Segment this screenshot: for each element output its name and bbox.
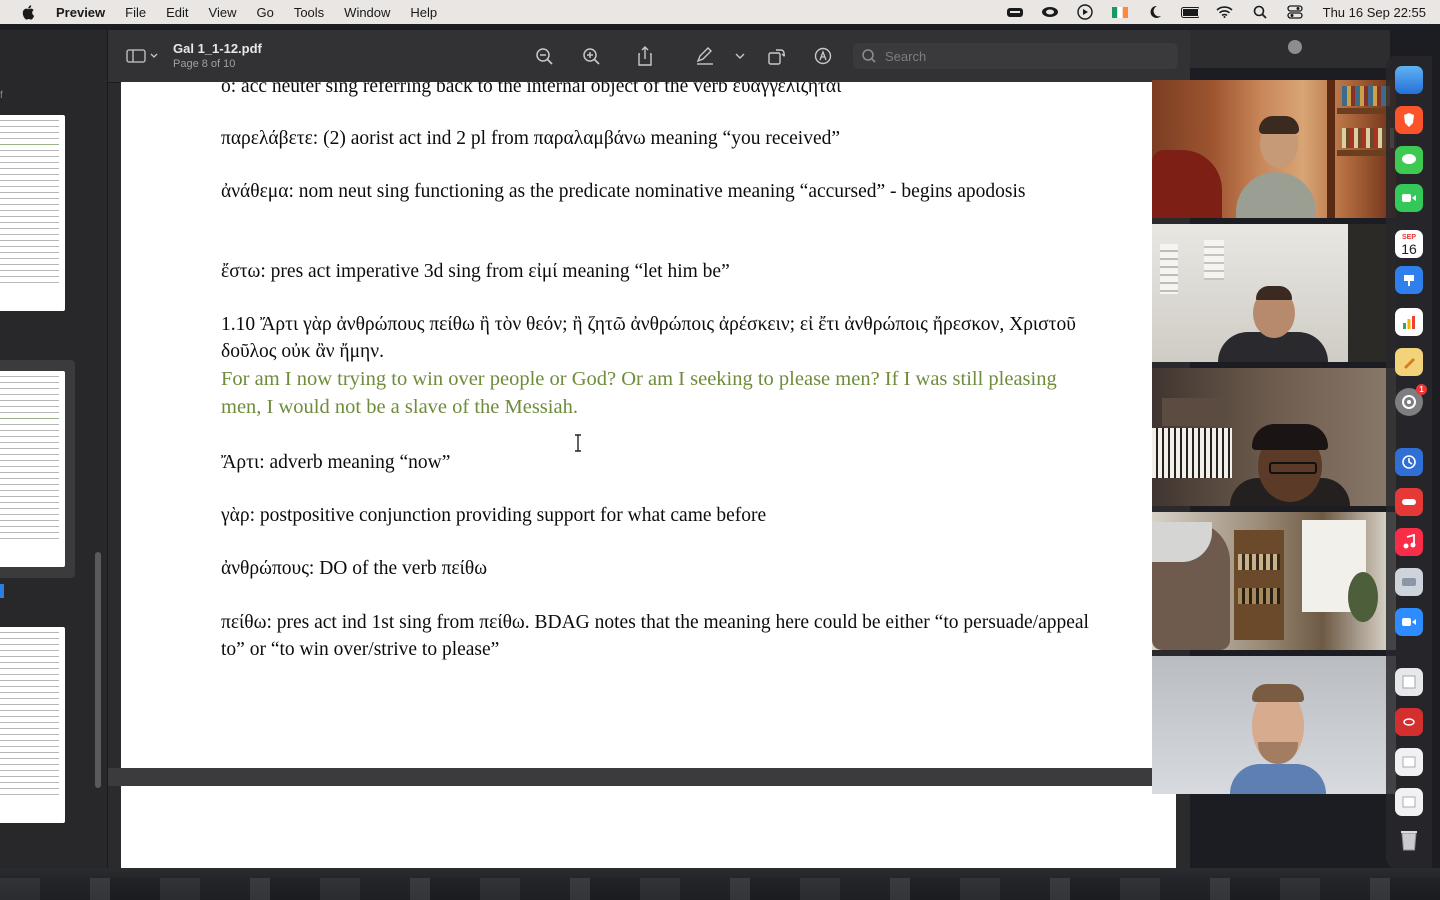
menu-window[interactable]: Window [344, 5, 390, 20]
document-stack-icon[interactable] [1395, 748, 1423, 776]
markup-pen-icon[interactable] [694, 45, 716, 67]
chevron-down-icon [150, 53, 158, 58]
sidebar-toggle-button[interactable] [126, 47, 160, 65]
messages-icon[interactable] [1395, 146, 1423, 174]
verse-translation: For am I now trying to win over people o… [221, 368, 1057, 418]
note-line: γὰρ: postpositive conjunction providing … [221, 505, 767, 526]
menubar-status-area: Thu 16 Sep 22:55 [1006, 0, 1426, 24]
thumbnail-sidebar: f [0, 30, 108, 868]
menu-tools[interactable]: Tools [294, 5, 324, 20]
video-tile-participant-4[interactable] [1152, 512, 1396, 650]
verse-greek: 1.10 Ἄρτι γὰρ ἀνθρώπους πείθω ἢ τὸν θεόν… [221, 314, 1076, 362]
dock: SEP 16 1 [1386, 56, 1432, 868]
pdf-next-page [121, 786, 1176, 868]
zoom-out-icon[interactable] [533, 45, 555, 67]
disk-utility-icon[interactable] [1395, 568, 1423, 596]
page-indicator: Page 8 of 10 [173, 58, 236, 70]
pdf-page: ὅ: acc neuter sing referring back to the… [121, 82, 1152, 768]
video-tile-participant-2[interactable] [1152, 224, 1396, 362]
menu-app-preview[interactable]: Preview [56, 5, 105, 20]
facetime-icon[interactable] [1395, 184, 1423, 212]
app-icon-red[interactable] [1395, 488, 1423, 516]
page-thumbnail-8[interactable] [0, 371, 65, 567]
play-icon[interactable] [1076, 4, 1094, 20]
menu-help[interactable]: Help [410, 5, 437, 20]
note-line: ἀνθρώπους: DO of the verb πείθω [221, 558, 488, 579]
text-cursor-icon [575, 434, 581, 452]
annotate-icon[interactable] [812, 45, 834, 67]
wifi-icon[interactable] [1216, 5, 1234, 19]
battery-icon[interactable] [1180, 5, 1199, 19]
finder-icon[interactable] [1395, 66, 1423, 94]
preview-app-icon[interactable] [1395, 668, 1423, 696]
note-line: παρελάβετε: (2) aorist act ind 2 pl from… [221, 128, 841, 149]
close-circle-icon[interactable] [1288, 40, 1302, 54]
search-icon [862, 49, 876, 63]
chevron-down-icon[interactable] [729, 45, 751, 67]
keynote-icon[interactable] [1395, 266, 1423, 294]
note-line: ἀνάθεμα: nom neut sing functioning as th… [221, 181, 1026, 202]
menu-file[interactable]: File [125, 5, 146, 20]
system-preferences-icon[interactable]: 1 [1395, 384, 1427, 416]
numbers-icon[interactable] [1395, 308, 1423, 336]
menu-bar: Preview File Edit View Go Tools Window H… [0, 0, 1440, 24]
document-title: Gal 1_1-12.pdf [173, 41, 262, 56]
calendar-icon[interactable]: SEP 16 [1395, 230, 1423, 258]
desktop-wallpaper [0, 868, 1440, 900]
video-tile-participant-1[interactable] [1152, 80, 1396, 218]
note-line: Ἄρτι: adverb meaning “now” [221, 452, 451, 473]
search-input[interactable] [883, 47, 1167, 65]
moon-icon[interactable] [1146, 5, 1164, 19]
note-line: ὅ: acc neuter sing referring back to the… [221, 82, 842, 97]
music-icon[interactable] [1395, 528, 1423, 556]
menu-edit[interactable]: Edit [166, 5, 188, 20]
preview-window: f Gal 1_1-12.pdf Page 8 of 10 Search ὅ: … [0, 30, 1190, 868]
sidebar-scrollbar[interactable] [95, 552, 101, 788]
zoom-icon[interactable] [1395, 608, 1423, 636]
sidebar-icon [126, 49, 146, 63]
background-window-titlebar [1190, 30, 1390, 68]
search-field[interactable] [853, 43, 1178, 69]
flag-ireland-icon[interactable] [1111, 5, 1129, 19]
brave-browser-icon[interactable] [1395, 106, 1423, 134]
menu-view[interactable]: View [209, 5, 237, 20]
menu-go[interactable]: Go [256, 5, 273, 20]
toolbar: Gal 1_1-12.pdf Page 8 of 10 [108, 30, 1190, 83]
video-tile-participant-5[interactable] [1152, 656, 1396, 794]
rotate-icon[interactable] [765, 45, 787, 67]
calendar-day: 16 [1401, 240, 1417, 257]
page-gap [108, 768, 1190, 786]
control-center-icon[interactable] [1286, 5, 1304, 19]
pages-icon[interactable] [1395, 348, 1423, 376]
page-thumbnail-9[interactable] [0, 627, 65, 823]
trash-icon[interactable] [1395, 826, 1423, 854]
acrobat-icon[interactable] [1395, 708, 1423, 736]
spotlight-search-icon[interactable] [1251, 5, 1269, 19]
cloud-sync-icon[interactable] [1006, 5, 1024, 19]
sidebar-label: f [0, 90, 3, 101]
zoom-in-icon[interactable] [580, 45, 602, 67]
screen-time-icon[interactable] [1395, 448, 1423, 476]
page-thumbnail-7[interactable] [0, 115, 65, 311]
notification-badge: 1 [1416, 384, 1427, 395]
menubar-clock[interactable]: Thu 16 Sep 22:55 [1323, 5, 1426, 20]
creative-cloud-icon[interactable] [1041, 5, 1059, 19]
video-tile-participant-3[interactable] [1152, 368, 1396, 506]
share-icon[interactable] [634, 45, 656, 67]
apple-menu-icon[interactable] [20, 3, 38, 21]
note-line: πείθω: pres act ind 1st sing from πείθω.… [221, 612, 1089, 660]
note-line: ἔστω: pres act imperative 3d sing from ε… [221, 261, 730, 282]
downloads-stack-icon[interactable] [1395, 788, 1423, 816]
current-page-marker [0, 584, 4, 598]
